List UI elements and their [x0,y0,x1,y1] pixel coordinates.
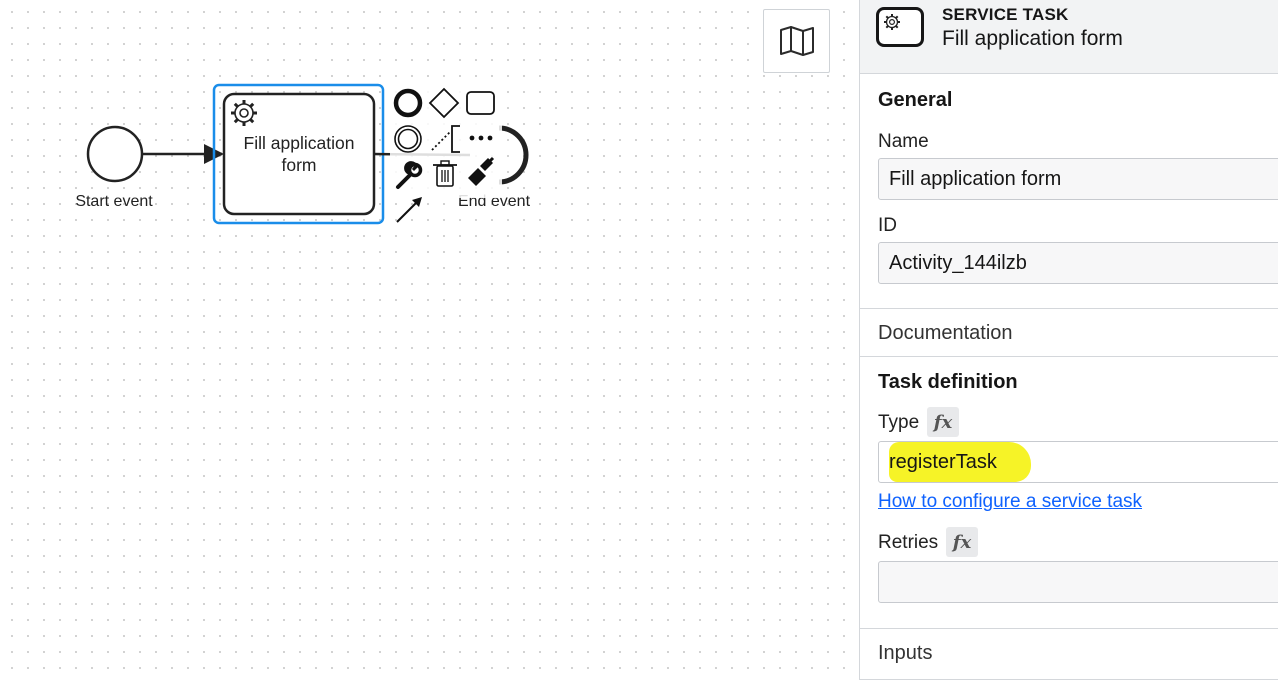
minimap-toggle-button[interactable] [763,9,830,73]
element-name-label: Fill application form [942,27,1123,50]
type-fx-toggle[interactable]: fx [927,407,959,437]
properties-panel: SERVICE TASK Fill application form Gener… [859,0,1278,680]
task-label-line1: Fill application [244,133,355,153]
group-inputs[interactable]: Inputs [860,629,1278,680]
name-label: Name [878,131,929,152]
properties-header: SERVICE TASK Fill application form [860,0,1278,74]
connect-arrow-icon[interactable] [396,197,422,223]
group-documentation[interactable]: Documentation [860,309,1278,357]
retries-input[interactable] [878,561,1278,603]
gear-icon [884,14,900,30]
service-task[interactable] [222,92,376,216]
group-general-title[interactable]: General [878,89,952,112]
service-task-icon [876,7,924,47]
id-input[interactable] [878,242,1278,284]
more-options-icon[interactable] [469,135,493,141]
append-end-event-icon[interactable] [393,88,423,118]
start-event-label: Start event [75,193,153,210]
map-icon [779,26,814,56]
task-label-line2: form [282,155,317,175]
group-general: General Name ID [860,74,1278,309]
modeling-canvas[interactable]: Start event Fill application form End ev… [0,0,859,680]
group-documentation-title[interactable]: Documentation [878,322,1013,345]
start-event[interactable] [86,125,144,183]
element-type-label: SERVICE TASK [942,5,1069,24]
append-task-icon[interactable] [466,91,495,115]
append-intermediate-event-icon[interactable] [394,125,422,153]
help-link-configure-service-task[interactable]: How to configure a service task [878,491,1142,513]
type-input[interactable] [878,441,1278,483]
retries-label: Retries [878,532,939,553]
type-label: Type [878,412,920,433]
id-label: ID [878,215,897,236]
end-event[interactable] [498,125,529,185]
delete-icon[interactable] [433,160,457,187]
bpmn-diagram: Start event Fill application form End ev… [75,83,531,225]
retries-fx-toggle[interactable]: fx [946,527,978,557]
group-task-definition-title[interactable]: Task definition [878,371,1018,394]
name-input[interactable] [878,158,1278,200]
group-inputs-title[interactable]: Inputs [878,642,932,665]
